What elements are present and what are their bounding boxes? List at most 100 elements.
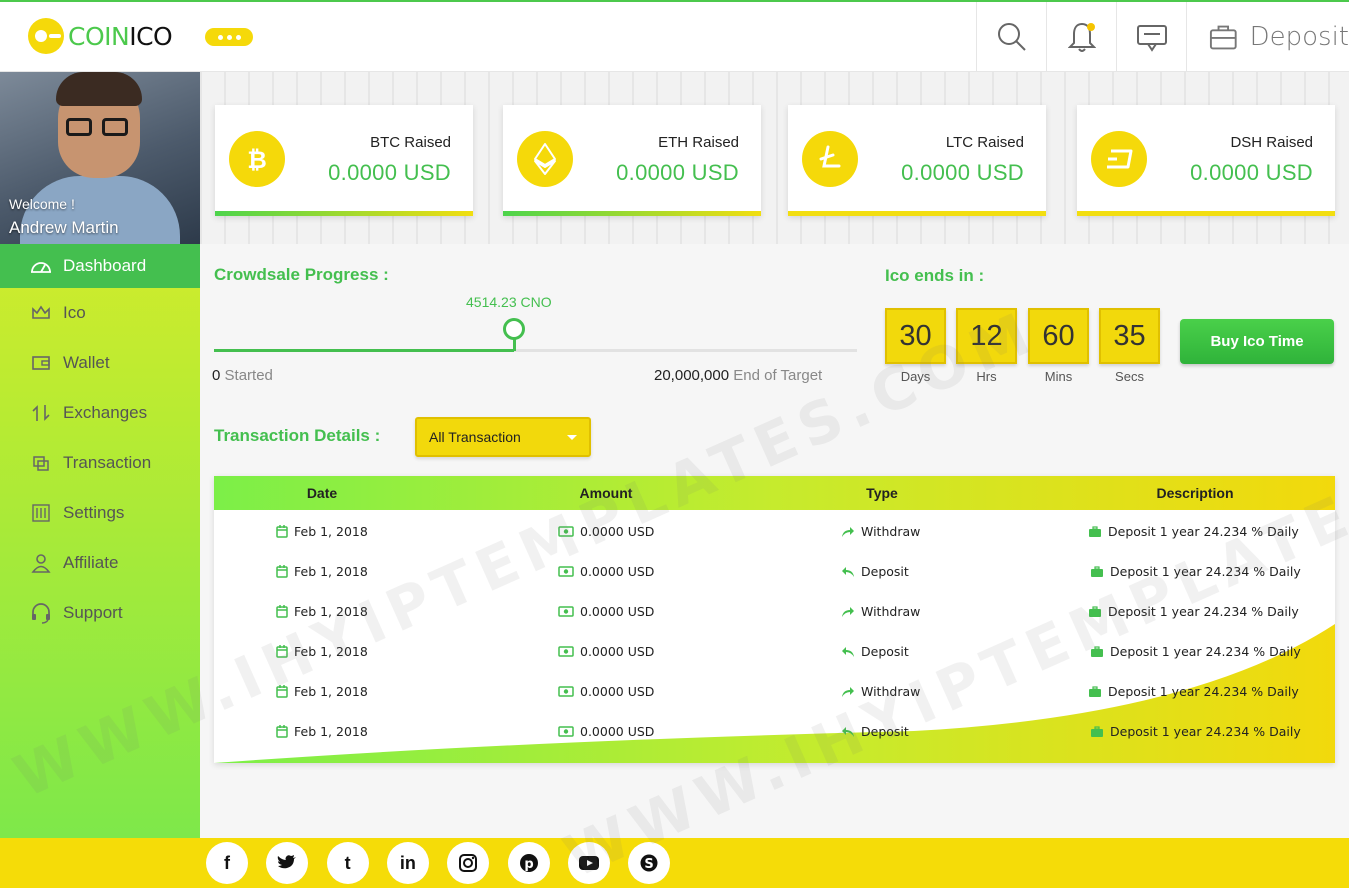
- sidebar-item-transaction[interactable]: Transaction: [0, 438, 200, 488]
- chevron-down-icon: [567, 435, 577, 440]
- menu-toggle-button[interactable]: [205, 28, 253, 46]
- reply-back-icon: [841, 726, 855, 738]
- notification-dot: [1087, 23, 1095, 31]
- briefcase-icon: [1088, 685, 1102, 698]
- crown-icon: [30, 302, 52, 324]
- dashboard-icon: [30, 255, 52, 277]
- description-cell: Deposit 1 year 24.234 % Daily: [1088, 684, 1299, 699]
- user-icon: [30, 552, 52, 574]
- countdown-minutes: 60: [1028, 308, 1089, 364]
- btc-raised-card: ₿ BTC Raised 0.0000 USD: [215, 105, 473, 216]
- crowdsale-progress-fill: [214, 349, 515, 352]
- svg-text:₿: ₿: [247, 146, 267, 174]
- calendar-icon: [276, 605, 288, 618]
- table-row[interactable]: Feb 1, 2018 0.0000 USD Withdraw Deposit 1 y…: [214, 673, 1335, 713]
- sidebar-item-support[interactable]: Support: [0, 588, 200, 638]
- sidebar-item-wallet[interactable]: Wallet: [0, 338, 200, 388]
- briefcase-icon: [1088, 605, 1102, 618]
- progress-end: 20,000,000 End of Target: [654, 367, 823, 384]
- countdown-days: 30: [885, 308, 946, 364]
- table-row[interactable]: Feb 1, 2018 0.0000 USD Deposit Deposit 1 ye…: [214, 713, 1335, 753]
- table-row[interactable]: Feb 1, 2018 0.0000 USD Deposit Deposit 1 ye…: [214, 633, 1335, 673]
- facebook-icon[interactable]: f: [206, 842, 248, 884]
- skype-icon[interactable]: S: [628, 842, 671, 884]
- calendar-icon: [276, 525, 288, 538]
- table-row[interactable]: Feb 1, 2018 0.0000 USD Withdraw Deposit 1 y…: [214, 593, 1335, 633]
- date-cell: Feb 1, 2018: [276, 604, 368, 619]
- amount-cell: 0.0000 USD: [558, 644, 654, 659]
- progress-marker: [503, 318, 525, 340]
- welcome-text: Welcome !: [9, 196, 75, 212]
- date-cell: Feb 1, 2018: [276, 724, 368, 739]
- date-cell: Feb 1, 2018: [276, 644, 368, 659]
- countdown-hours: 12: [956, 308, 1017, 364]
- search-icon: [997, 23, 1026, 51]
- briefcase-icon: [1090, 645, 1104, 658]
- search-button[interactable]: [976, 2, 1046, 72]
- column-header-type[interactable]: Type: [866, 485, 898, 501]
- amount-cell: 0.0000 USD: [558, 524, 654, 539]
- calendar-icon: [276, 725, 288, 738]
- card-value: 0.0000 USD: [616, 160, 739, 185]
- deposit-button[interactable]: Deposit: [1186, 2, 1349, 72]
- sidebar-item-settings[interactable]: Settings: [0, 488, 200, 538]
- tumblr-icon[interactable]: t: [326, 842, 369, 884]
- reply-back-icon: [841, 646, 855, 658]
- calendar-icon: [276, 645, 288, 658]
- logo[interactable]: COINICO: [28, 18, 173, 54]
- type-cell: Withdraw: [841, 684, 920, 699]
- column-header-date[interactable]: Date: [307, 485, 337, 501]
- card-label: DSH Raised: [1230, 134, 1313, 151]
- date-cell: Feb 1, 2018: [276, 524, 368, 539]
- type-cell: Withdraw: [841, 604, 920, 619]
- column-header-description[interactable]: Description: [1156, 485, 1233, 501]
- transaction-filter-select[interactable]: All Transaction: [415, 417, 591, 457]
- calendar-icon: [276, 565, 288, 578]
- sidebar-nav: Dashboard Ico Wallet Exchanges Transacti…: [0, 244, 200, 638]
- notifications-button[interactable]: [1046, 2, 1116, 72]
- transaction-filter-value: All Transaction: [429, 429, 521, 445]
- buy-ico-time-button[interactable]: Buy Ico Time: [1180, 319, 1334, 364]
- share-forward-icon: [841, 606, 855, 618]
- crowdsale-title: Crowdsale Progress :: [214, 265, 389, 284]
- description-cell: Deposit 1 year 24.234 % Daily: [1088, 524, 1299, 539]
- ltc-raised-card: LTC Raised 0.0000 USD: [788, 105, 1046, 216]
- share-forward-icon: [841, 526, 855, 538]
- amount-cell: 0.0000 USD: [558, 604, 654, 619]
- logo-mark-icon: [28, 18, 64, 54]
- dash-icon: [1091, 131, 1147, 187]
- transactions-table: Date Amount Type Description Feb 1, 2018…: [214, 476, 1335, 763]
- card-value: 0.0000 USD: [1190, 160, 1313, 185]
- linkedin-icon[interactable]: in: [386, 842, 429, 884]
- progress-stem: [513, 339, 516, 351]
- instagram-icon[interactable]: [447, 842, 490, 884]
- table-row[interactable]: Feb 1, 2018 0.0000 USD Withdraw Deposit 1 y…: [214, 513, 1335, 553]
- column-header-amount[interactable]: Amount: [580, 485, 633, 501]
- money-icon: [558, 526, 574, 537]
- exchange-icon: [30, 402, 52, 424]
- messages-button[interactable]: [1116, 2, 1186, 72]
- type-cell: Deposit: [841, 644, 909, 659]
- user-name: Andrew Martin: [9, 218, 119, 237]
- sidebar-item-affiliate[interactable]: Affiliate: [0, 538, 200, 588]
- amount-cell: 0.0000 USD: [558, 684, 654, 699]
- pinterest-icon[interactable]: p: [507, 842, 550, 884]
- sidebar-item-ico[interactable]: Ico: [0, 288, 200, 338]
- description-cell: Deposit 1 year 24.234 % Daily: [1090, 724, 1301, 739]
- litecoin-icon: [802, 131, 858, 187]
- twitter-icon[interactable]: [266, 842, 309, 884]
- description-cell: Deposit 1 year 24.234 % Daily: [1090, 564, 1301, 579]
- share-forward-icon: [841, 686, 855, 698]
- sidebar-item-dashboard[interactable]: Dashboard: [0, 244, 200, 288]
- countdown-seconds: 35: [1099, 308, 1160, 364]
- table-row[interactable]: Feb 1, 2018 0.0000 USD Deposit Deposit 1 ye…: [214, 553, 1335, 593]
- headset-icon: [30, 602, 52, 624]
- type-cell: Deposit: [841, 724, 909, 739]
- card-value: 0.0000 USD: [901, 160, 1024, 185]
- table-header: Date Amount Type Description: [214, 476, 1335, 510]
- youtube-icon[interactable]: [567, 842, 610, 884]
- type-cell: Withdraw: [841, 524, 920, 539]
- chat-icon: [1136, 25, 1167, 52]
- sidebar-item-exchanges[interactable]: Exchanges: [0, 388, 200, 438]
- profile-card: Welcome ! Andrew Martin: [0, 72, 200, 244]
